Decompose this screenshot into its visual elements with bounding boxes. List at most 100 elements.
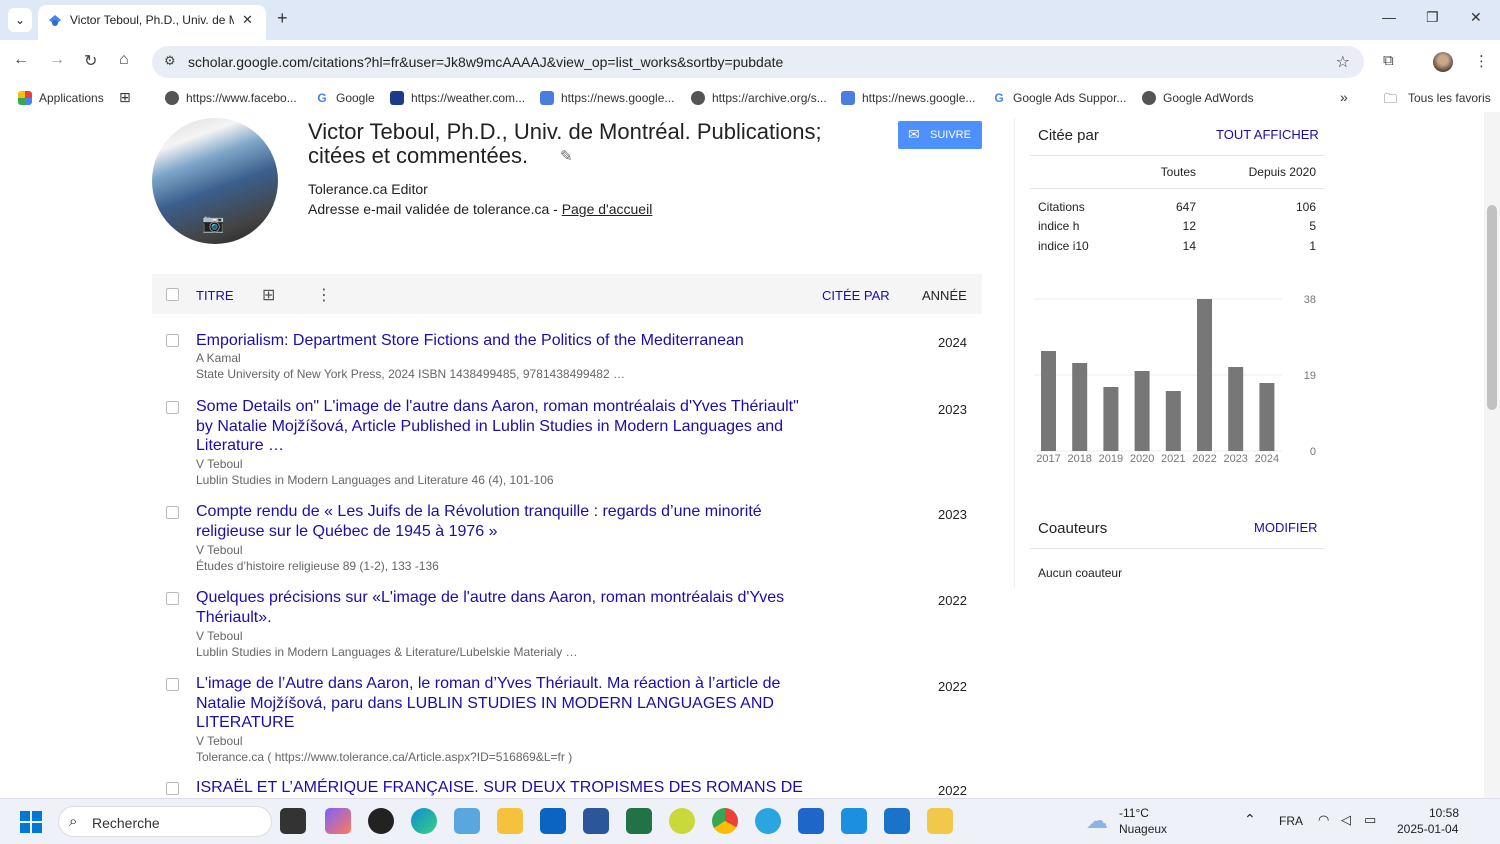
- stat-label[interactable]: indice h: [1038, 219, 1079, 233]
- chart-bar-2021[interactable]: [1165, 391, 1181, 451]
- row-checkbox[interactable]: [166, 506, 179, 519]
- edit-pencil-icon[interactable]: ✎: [560, 147, 573, 165]
- clock-date[interactable]: 2025-01-04: [1397, 822, 1458, 836]
- bookmark-google-ads[interactable]: Google Ads Suppor...: [1013, 91, 1126, 105]
- publication-year[interactable]: 2023: [938, 402, 967, 417]
- site-info-icon[interactable]: ⚙: [164, 53, 176, 69]
- windows-start-icon[interactable]: [20, 811, 42, 833]
- bookmark-applications[interactable]: Applications: [39, 91, 104, 105]
- app-icon[interactable]: [841, 808, 867, 834]
- show-all-link[interactable]: TOUT AFFICHER: [1216, 127, 1319, 142]
- bookmarks-overflow-icon[interactable]: »: [1340, 89, 1348, 105]
- bookmark-star-icon[interactable]: ☆: [1336, 52, 1350, 72]
- publication-year[interactable]: 2023: [938, 507, 967, 522]
- chart-bar-2019[interactable]: [1103, 387, 1119, 451]
- chart-bar-2020[interactable]: [1134, 371, 1150, 451]
- url-text[interactable]: scholar.google.com/citations?hl=fr&user=…: [188, 54, 783, 70]
- bookmark-adwords[interactable]: Google AdWords: [1163, 91, 1254, 105]
- app-icon[interactable]: [669, 808, 695, 834]
- sort-title[interactable]: TITRE: [196, 288, 234, 303]
- back-icon[interactable]: ←: [13, 51, 29, 69]
- bookmark-archive[interactable]: https://archive.org/s...: [712, 91, 827, 105]
- publication-title[interactable]: Compte rendu de « Les Juifs de la Révolu…: [196, 502, 816, 541]
- stat-label[interactable]: Citations: [1038, 200, 1085, 214]
- publication-year[interactable]: 2024: [938, 335, 967, 350]
- battery-icon[interactable]: ▭: [1364, 812, 1376, 828]
- publication-title[interactable]: Quelques précisions sur «L'image de l'au…: [196, 588, 816, 627]
- reload-icon[interactable]: ↻: [84, 51, 97, 71]
- row-checkbox[interactable]: [166, 678, 179, 691]
- bookmark-news-1[interactable]: https://news.google...: [561, 91, 674, 105]
- minimize-icon[interactable]: —: [1382, 9, 1396, 25]
- row-checkbox[interactable]: [166, 782, 179, 795]
- wifi-icon[interactable]: ◠: [1318, 812, 1329, 828]
- publication-year[interactable]: 2022: [938, 593, 967, 608]
- chart-bar-2022[interactable]: [1197, 299, 1212, 451]
- chart-bar-2023[interactable]: [1228, 367, 1244, 451]
- active-tab[interactable]: Victor Teboul, Ph.D., Univ. de M ✕: [38, 5, 266, 40]
- more-options-icon[interactable]: ⋮: [316, 285, 332, 305]
- sort-cited-by[interactable]: CITÉE PAR: [822, 288, 890, 303]
- outlook-app-icon[interactable]: [540, 808, 566, 834]
- edge-app-icon[interactable]: [411, 808, 437, 834]
- new-tab-button[interactable]: +: [277, 8, 288, 29]
- row-checkbox[interactable]: [166, 592, 179, 605]
- publication-title[interactable]: Emporialism: Department Store Fictions a…: [196, 331, 816, 351]
- edit-coauthors-link[interactable]: MODIFIER: [1254, 520, 1318, 535]
- homepage-link[interactable]: Page d'accueil: [562, 201, 653, 217]
- calendar-app-icon[interactable]: [884, 808, 910, 834]
- chrome-app-icon[interactable]: [712, 808, 738, 834]
- chart-bar-2017[interactable]: [1041, 351, 1056, 451]
- home-icon[interactable]: ⌂: [119, 51, 129, 69]
- publication-year[interactable]: 2022: [938, 679, 967, 694]
- chart-bar-2018[interactable]: [1072, 363, 1088, 451]
- all-bookmarks[interactable]: Tous les favoris: [1408, 91, 1491, 105]
- publication-title[interactable]: L'image de l’Autre dans Aaron, le roman …: [196, 674, 816, 733]
- tab-close-icon[interactable]: ✕: [242, 12, 253, 28]
- bookmark-google[interactable]: Google: [336, 91, 375, 105]
- tab-search-button[interactable]: ⌄: [8, 8, 32, 32]
- app-icon[interactable]: [927, 808, 953, 834]
- explorer-folder-icon[interactable]: [497, 808, 523, 834]
- bookmark-facebook[interactable]: https://www.facebo...: [186, 91, 297, 105]
- bookmark-weather[interactable]: https://weather.com...: [411, 91, 525, 105]
- publication-title[interactable]: Some Details on" L'image de l'autre dans…: [196, 397, 816, 456]
- clock-time[interactable]: 10:58: [1429, 806, 1459, 820]
- close-window-icon[interactable]: ✕: [1470, 9, 1482, 26]
- row-checkbox[interactable]: [166, 401, 179, 414]
- maximize-icon[interactable]: ❐: [1426, 9, 1439, 26]
- extensions-icon[interactable]: ⧉: [1383, 52, 1394, 69]
- profile-photo[interactable]: 📷: [152, 118, 278, 244]
- publication-title[interactable]: ISRAËL ET L’AMÉRIQUE FRANÇAISE. SUR DEUX…: [196, 778, 836, 798]
- media-player-app-icon[interactable]: [368, 808, 394, 834]
- tab-groups-icon[interactable]: ⊞: [119, 89, 131, 106]
- weather-desc[interactable]: Nuageux: [1119, 822, 1167, 836]
- copilot-app-icon[interactable]: [325, 808, 351, 834]
- profile-avatar[interactable]: [1433, 52, 1453, 72]
- row-checkbox[interactable]: [166, 334, 179, 347]
- select-all-checkbox[interactable]: [166, 288, 179, 301]
- word-app-icon[interactable]: [583, 808, 609, 834]
- bookmark-news-2[interactable]: https://news.google...: [862, 91, 975, 105]
- follow-button[interactable]: ✉ SUIVRE: [898, 121, 982, 149]
- photos-app-icon[interactable]: [454, 808, 480, 834]
- help-app-icon[interactable]: [755, 808, 781, 834]
- file-manager-app-icon[interactable]: [280, 808, 306, 834]
- forward-icon[interactable]: →: [49, 51, 65, 69]
- publication-year[interactable]: 2022: [938, 783, 967, 798]
- browser-menu-icon[interactable]: ⋮: [1474, 52, 1489, 70]
- chart-bar-2024[interactable]: [1259, 383, 1275, 451]
- sort-year[interactable]: ANNÉE: [922, 288, 967, 303]
- camera-icon[interactable]: 📷: [202, 213, 224, 234]
- store-app-icon[interactable]: [798, 808, 824, 834]
- excel-app-icon[interactable]: [626, 808, 652, 834]
- scrollbar-thumb[interactable]: [1487, 205, 1497, 410]
- address-bar[interactable]: ⚙ scholar.google.com/citations?hl=fr&use…: [152, 46, 1364, 78]
- speaker-icon[interactable]: ◁: [1341, 812, 1351, 828]
- stat-label[interactable]: indice i10: [1038, 239, 1089, 253]
- chevron-up-icon[interactable]: ⌃: [1244, 811, 1256, 828]
- add-article-icon[interactable]: ⊞: [262, 285, 275, 305]
- page-scrollbar[interactable]: [1484, 112, 1500, 798]
- language-indicator[interactable]: FRA: [1279, 814, 1303, 828]
- weather-temp[interactable]: -11°C: [1119, 806, 1149, 820]
